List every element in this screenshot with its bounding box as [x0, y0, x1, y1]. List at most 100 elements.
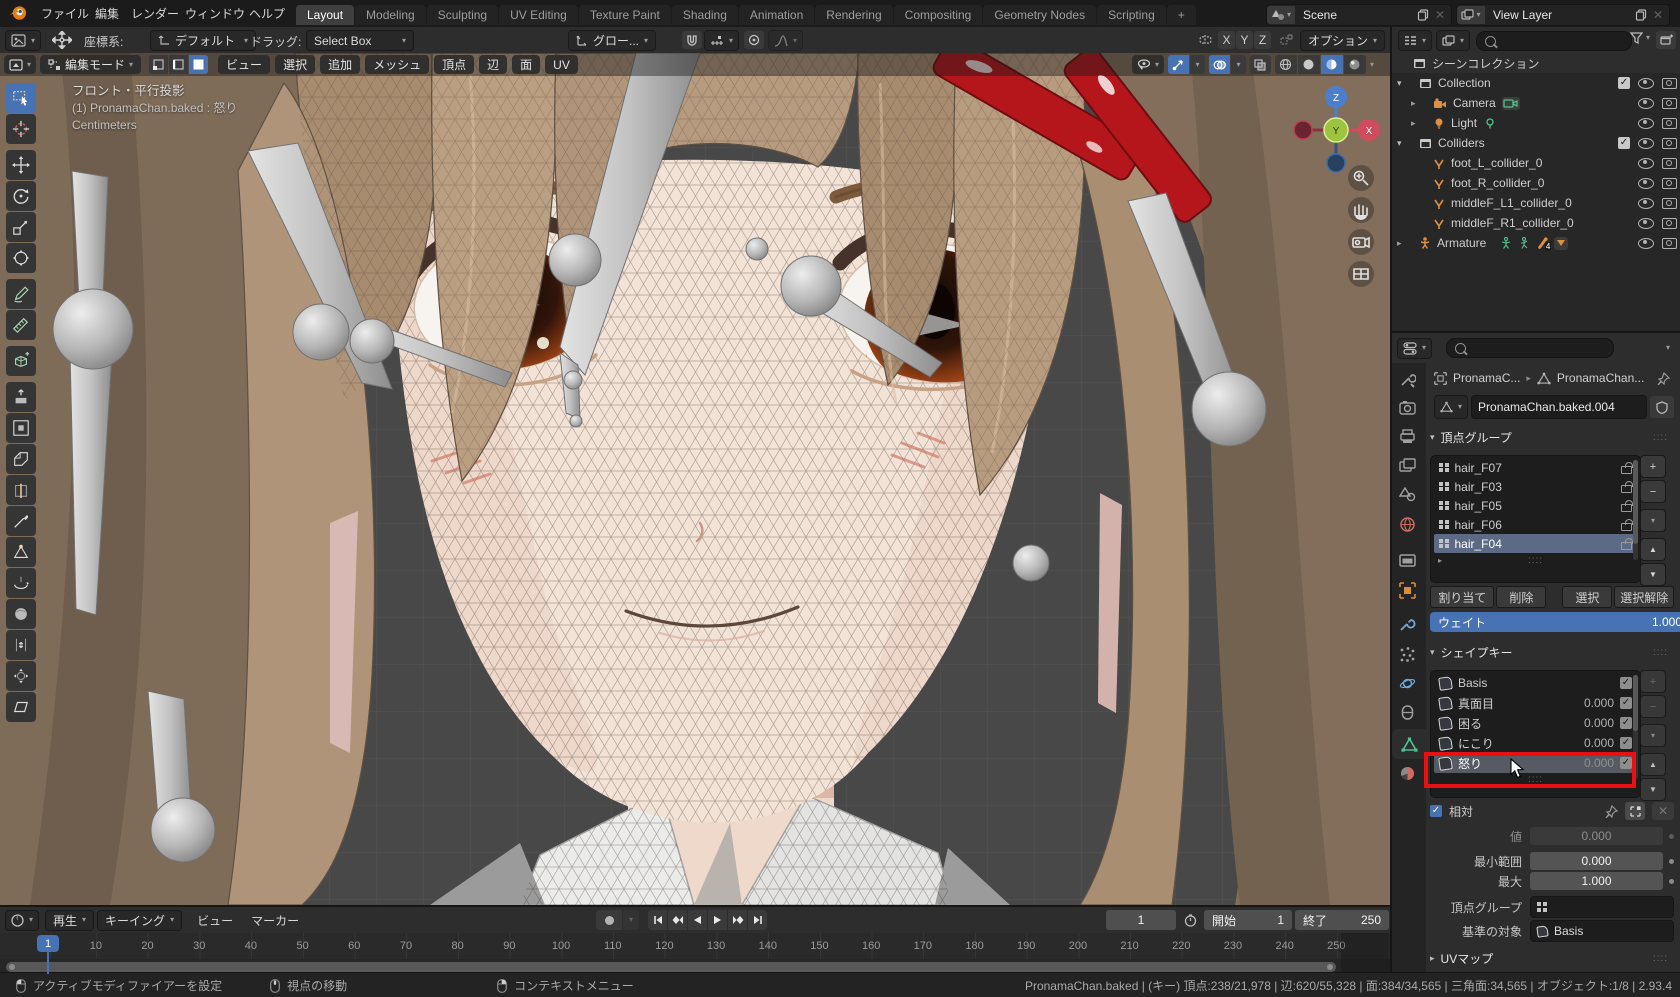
jump-to-start-button[interactable]: [648, 910, 667, 930]
transform-pivot-dropdown[interactable]: グロー...▾: [568, 30, 656, 51]
scene-selector[interactable]: ▾ Scene ✕: [1266, 4, 1452, 26]
lock-open-icon[interactable]: [1621, 466, 1632, 474]
tab-material[interactable]: [1399, 765, 1416, 782]
menu-select[interactable]: 選択: [275, 55, 315, 74]
menu-mesh[interactable]: メッシュ: [365, 55, 429, 74]
outliner-row-foot-l-collider[interactable]: foot_L_collider_0: [1392, 153, 1680, 173]
tab-physics[interactable]: [1399, 675, 1416, 692]
shading-solid-button[interactable]: [1298, 55, 1320, 74]
clear-shape-keys-button[interactable]: ✕: [1652, 802, 1674, 820]
lock-open-icon[interactable]: [1621, 542, 1632, 550]
timeline-ruler[interactable]: 1020304050607080901001101201301401501601…: [0, 933, 1390, 959]
tab-modeling[interactable]: Modeling: [355, 5, 426, 25]
shape-key-vgroup-field[interactable]: [1530, 896, 1674, 918]
show-gizmo-toggle[interactable]: [1168, 55, 1189, 74]
view-layer-copy-icon[interactable]: [1635, 9, 1647, 21]
outliner-row-scene-collection[interactable]: シーンコレクション: [1392, 53, 1680, 73]
end-frame-field[interactable]: 終了250: [1295, 910, 1389, 930]
tool-scale[interactable]: [6, 212, 36, 242]
drag-tool-dropdown[interactable]: Select Box▾: [306, 30, 414, 51]
add-shape-key-button[interactable]: +: [1640, 670, 1666, 693]
gizmo-dropdown[interactable]: ▾: [1190, 55, 1205, 74]
pin-icon[interactable]: [1605, 805, 1618, 818]
relative-to-field[interactable]: Basis: [1530, 920, 1674, 942]
tool-spin[interactable]: [6, 568, 36, 598]
outliner-row-armature[interactable]: ▸ Armature 4: [1392, 233, 1680, 253]
tab-rendering[interactable]: Rendering: [815, 5, 892, 25]
vertex-group-row[interactable]: hair_F05: [1434, 496, 1637, 515]
tab-constraints[interactable]: [1399, 704, 1416, 721]
camera-toggle-icon[interactable]: [1662, 138, 1677, 149]
shape-key-specials-button[interactable]: ▾: [1640, 724, 1666, 747]
menu-vertex[interactable]: 頂点: [434, 55, 474, 74]
show-overlays-toggle[interactable]: [1209, 55, 1230, 74]
fake-user-shield-button[interactable]: [1650, 396, 1674, 418]
keying-set-dropdown[interactable]: ▾: [623, 910, 639, 930]
playhead[interactable]: 1: [37, 935, 59, 952]
outliner-display-mode-button[interactable]: ▾: [1436, 30, 1470, 51]
tab-tool[interactable]: [1399, 371, 1416, 388]
shape-key-checkbox[interactable]: ✓: [1620, 717, 1632, 729]
eye-icon[interactable]: [1638, 158, 1654, 169]
tab-object-data[interactable]: [1392, 729, 1426, 759]
eye-icon[interactable]: [1638, 198, 1654, 209]
camera-toggle-icon[interactable]: [1662, 118, 1677, 129]
options-dropdown[interactable]: オプション▾: [1300, 30, 1385, 51]
tab-animation[interactable]: Animation: [739, 5, 814, 25]
mirror-y-button[interactable]: Y: [1236, 31, 1253, 49]
jump-next-keyframe-button[interactable]: [728, 910, 747, 930]
proportional-edit-icon[interactable]: [744, 31, 764, 49]
tab-scripting[interactable]: Scripting: [1097, 5, 1166, 25]
outliner-filter-button[interactable]: ▾: [1630, 32, 1650, 44]
remove-button[interactable]: 削除: [1496, 586, 1546, 608]
stopwatch-icon[interactable]: [1179, 910, 1201, 930]
move-vertex-group-down-button[interactable]: ▼: [1640, 563, 1666, 586]
tool-cursor[interactable]: [6, 114, 36, 144]
add-workspace-button[interactable]: +: [1167, 5, 1196, 25]
view-layer-selector[interactable]: ▾ View Layer ✕: [1456, 4, 1670, 26]
tab-uv-editing[interactable]: UV Editing: [499, 5, 578, 25]
mirror-icon[interactable]: [1196, 31, 1216, 49]
menu-view[interactable]: ビュー: [218, 55, 270, 74]
uv-maps-panel-header[interactable]: ▸ UVマップ ::::: [1430, 950, 1674, 967]
mode-dropdown[interactable]: 編集モード ▾: [40, 55, 141, 74]
editor-type-button[interactable]: ▾: [5, 30, 41, 51]
mesh-datablock-icon-button[interactable]: ▾: [1434, 395, 1468, 419]
tab-particles[interactable]: [1399, 646, 1416, 663]
tool-poly-build[interactable]: [6, 537, 36, 567]
snap-individual-icon[interactable]: [1276, 31, 1296, 49]
orientation-dropdown[interactable]: デフォルト▾: [150, 30, 256, 51]
deselect-button[interactable]: 選択解除: [1614, 586, 1674, 608]
tab-modifiers[interactable]: [1399, 617, 1416, 634]
timeline-marker-menu[interactable]: マーカー: [242, 912, 308, 929]
tab-compositing[interactable]: Compositing: [894, 5, 983, 25]
move-shape-key-down-button[interactable]: ▼: [1640, 778, 1666, 801]
scene-close-icon[interactable]: ✕: [1429, 8, 1451, 22]
current-frame-field[interactable]: 1: [1106, 910, 1176, 930]
vertex-group-specials-button[interactable]: ▾: [1640, 509, 1666, 532]
view-layer-close-icon[interactable]: ✕: [1647, 8, 1669, 22]
tab-sculpting[interactable]: Sculpting: [427, 5, 498, 25]
collection-checkbox[interactable]: ✓: [1618, 137, 1630, 149]
shape-key-row[interactable]: 困る0.000✓: [1434, 713, 1637, 733]
tool-loop-cut[interactable]: [6, 475, 36, 505]
tab-layout[interactable]: Layout: [296, 5, 354, 25]
camera-toggle-icon[interactable]: [1662, 98, 1677, 109]
auto-keying-record-button[interactable]: [596, 910, 622, 930]
tab-render[interactable]: [1399, 400, 1416, 415]
select-mode-vertex-button[interactable]: [149, 55, 168, 74]
vertex-group-row[interactable]: hair_F03: [1434, 477, 1637, 496]
snap-magnet-icon[interactable]: [682, 31, 702, 49]
range-min-field[interactable]: 0.000: [1530, 852, 1663, 870]
scene-copy-icon[interactable]: [1417, 9, 1429, 21]
outliner-row-camera[interactable]: ▸ Camera: [1392, 93, 1680, 113]
camera-toggle-icon[interactable]: [1662, 178, 1677, 189]
select-mode-face-button[interactable]: [189, 55, 208, 74]
menu-edge[interactable]: 辺: [479, 55, 507, 74]
eye-icon[interactable]: [1638, 138, 1654, 149]
eye-icon[interactable]: [1638, 98, 1654, 109]
pin-icon[interactable]: [1657, 372, 1670, 385]
timeline-view-menu[interactable]: ビュー: [188, 912, 242, 929]
relative-checkbox[interactable]: ✓: [1430, 805, 1442, 817]
properties-search-input[interactable]: [1446, 338, 1614, 358]
